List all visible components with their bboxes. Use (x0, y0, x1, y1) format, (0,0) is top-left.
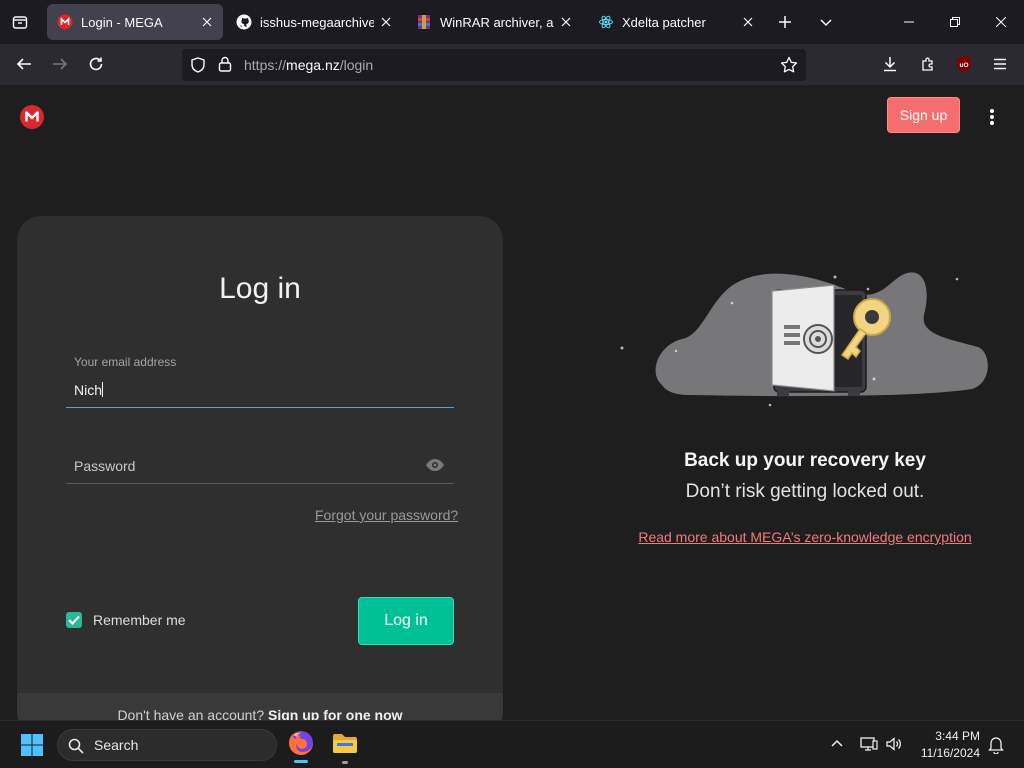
list-tabs-chevron-icon[interactable] (814, 10, 838, 34)
password-field-underline (66, 483, 454, 484)
tab-title: WinRAR archiver, a po (440, 14, 554, 30)
close-tab-icon[interactable] (195, 10, 219, 34)
react-favicon-icon (599, 15, 613, 29)
github-favicon-icon (236, 14, 252, 30)
promo-title: Back up your recovery key (684, 450, 926, 471)
hamburger-menu-icon[interactable] (984, 48, 1016, 80)
taskbar-firefox-button[interactable] (285, 727, 317, 763)
new-tab-icon[interactable] (773, 10, 797, 34)
header-signup-button[interactable]: Sign up (887, 97, 960, 133)
running-app-indicator (342, 761, 348, 764)
winrar-favicon-icon (418, 15, 430, 29)
downloads-icon[interactable] (874, 48, 906, 80)
url-path: /login (339, 57, 374, 73)
active-app-indicator (294, 760, 308, 763)
speaker-volume-icon[interactable] (885, 735, 903, 753)
safe-and-key-illustration (620, 255, 1000, 425)
signup-now-link[interactable]: Sign up for one now (268, 707, 403, 720)
restore-window-icon[interactable] (932, 0, 978, 44)
close-tab-icon[interactable] (554, 10, 578, 34)
remember-me-checkbox[interactable] (66, 612, 82, 628)
tab-winrar[interactable]: WinRAR archiver, a po (406, 4, 582, 40)
taskbar-search-box[interactable]: Search (57, 729, 277, 761)
network-icon[interactable] (860, 735, 878, 753)
taskbar-file-explorer-button[interactable] (331, 729, 359, 764)
email-value: Nich (74, 382, 103, 398)
taskbar-clock-date[interactable]: 11/16/2024 (921, 746, 980, 760)
svg-text:uO: uO (959, 62, 968, 69)
signup-prompt-question: Don't have an account? (117, 707, 265, 720)
tab-title: Xdelta patcher (622, 14, 706, 30)
kebab-menu-icon[interactable] (980, 105, 1004, 129)
forgot-password-link[interactable]: Forgot your password? (315, 507, 458, 523)
windows-start-icon[interactable] (20, 733, 44, 757)
forward-arrow-icon[interactable] (44, 48, 76, 80)
remember-me-label[interactable]: Remember me (93, 612, 186, 628)
windows-taskbar: Search 3:44 PM 11/16/2024 (0, 720, 1024, 768)
signup-prompt-footer: Don't have an account? Sign up for one n… (17, 693, 503, 720)
encryption-info-link[interactable]: Read more about MEGA’s zero-knowledge en… (600, 529, 1010, 545)
tab-title: isshus-megaarchive/W (260, 14, 374, 30)
tab-mega-login[interactable]: Login - MEGA (47, 4, 223, 40)
file-explorer-folder-icon (333, 734, 357, 753)
bookmark-star-icon[interactable] (780, 56, 798, 74)
url-host: mega.nz (286, 57, 340, 73)
address-bar[interactable]: https://mega.nz/login (182, 49, 806, 81)
browser-tab-strip: Login - MEGA isshus-megaarchive/W WinRAR… (0, 0, 1024, 44)
tab-title: Login - MEGA (81, 14, 163, 30)
close-tab-icon[interactable] (374, 10, 398, 34)
url-scheme: https:// (244, 57, 287, 73)
show-hidden-icons-chevron-icon[interactable] (830, 737, 844, 751)
password-field[interactable]: Password (74, 458, 135, 474)
url-text[interactable]: https://mega.nz/login (244, 57, 373, 73)
login-submit-button[interactable]: Log in (358, 597, 454, 645)
tab-xdelta[interactable]: Xdelta patcher (588, 4, 764, 40)
promo-subtitle: Don’t risk getting locked out. (685, 481, 925, 502)
taskbar-search-label: Search (94, 737, 139, 753)
signup-prompt: Don't have an account? Sign up for one n… (17, 707, 503, 720)
email-field[interactable]: Nich (74, 382, 104, 398)
email-field-underline (66, 407, 454, 408)
mega-logo-icon[interactable] (20, 105, 44, 129)
reload-icon[interactable] (80, 48, 112, 80)
checkmark-icon (68, 615, 80, 625)
show-password-eye-icon[interactable] (425, 458, 445, 472)
taskbar-clock-time[interactable]: 3:44 PM (935, 729, 980, 743)
search-icon (68, 738, 84, 754)
firefox-icon (289, 731, 313, 755)
email-field-label: Your email address (74, 355, 177, 369)
text-caret (102, 382, 104, 397)
minimize-window-icon[interactable] (886, 0, 932, 44)
ublock-origin-icon[interactable]: uO (948, 48, 980, 80)
login-card: Log in Your email address Nich Password … (17, 216, 503, 720)
login-heading: Log in (219, 272, 301, 305)
mega-favicon-icon (57, 14, 73, 30)
close-tab-icon[interactable] (736, 10, 760, 34)
tab-overview-icon[interactable] (6, 8, 34, 36)
lock-icon[interactable] (218, 56, 232, 72)
tab-github[interactable]: isshus-megaarchive/W (226, 4, 402, 40)
mega-login-page: Sign up Log in Your email address Nich P… (0, 85, 1024, 720)
tracking-protection-shield-icon[interactable] (190, 57, 206, 73)
back-arrow-icon[interactable] (8, 48, 40, 80)
extensions-icon[interactable] (912, 48, 944, 80)
close-window-icon[interactable] (978, 0, 1024, 44)
notifications-bell-icon[interactable] (988, 736, 1004, 754)
